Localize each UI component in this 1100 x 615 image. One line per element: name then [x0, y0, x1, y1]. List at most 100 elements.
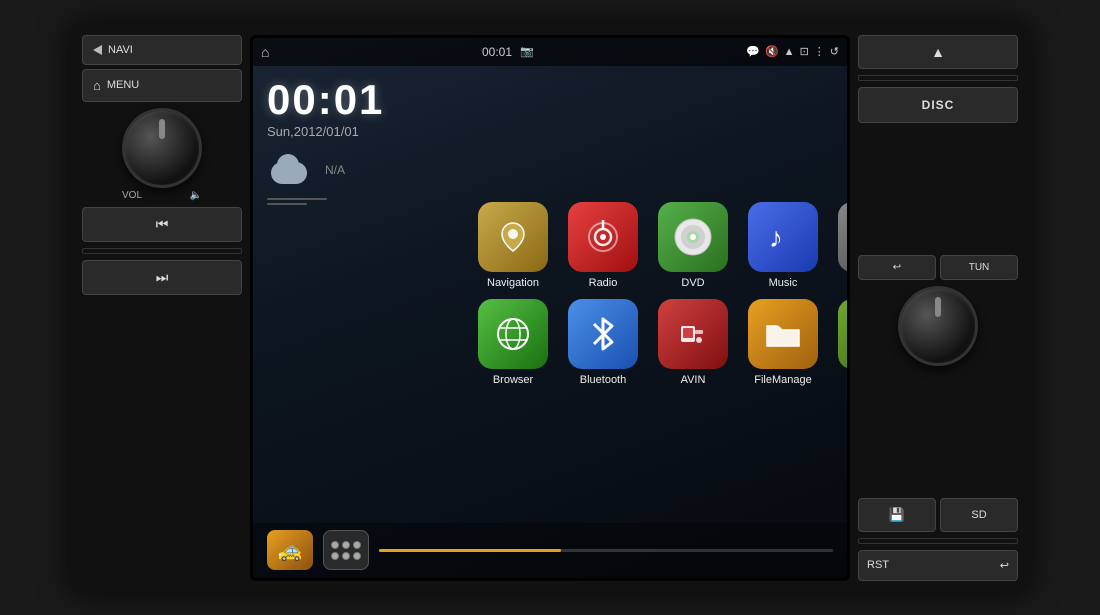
menu-label: MENU — [107, 79, 139, 91]
disc-area: ▲ DISC — [858, 35, 1018, 123]
main-content: 00:01 Sun,2012/01/01 N/A — [253, 66, 847, 523]
apps-grid: Navigation Radio — [463, 66, 847, 523]
rst-icon: ↩ — [1000, 559, 1009, 572]
info-panel: 00:01 Sun,2012/01/01 N/A — [253, 66, 463, 523]
status-triangle-icon: ▲ — [784, 46, 795, 58]
back-tun-buttons: ↩ TUN — [858, 255, 1018, 280]
status-left: ⌂ — [261, 44, 269, 60]
clock-date: Sun,2012/01/01 — [267, 124, 449, 139]
status-center: 00:01 📷 — [482, 45, 534, 59]
bottom-right-buttons: 💾 SD RST ↩ — [858, 498, 1018, 581]
usb-button[interactable]: SD — [940, 498, 1018, 532]
browser-label: Browser — [493, 374, 533, 386]
dvd-label: DVD — [681, 277, 704, 289]
app-avin[interactable]: AVIN — [653, 299, 733, 386]
disc-button[interactable]: DISC — [858, 87, 1018, 123]
eject-icon: ▲ — [931, 44, 945, 60]
disc-slot-right — [858, 75, 1018, 81]
progress-bar-container — [379, 549, 833, 552]
navigation-label: Navigation — [487, 277, 539, 289]
status-volume-icon: 🔇 — [765, 45, 779, 58]
home-icon: ⌂ — [93, 78, 101, 93]
browser-icon — [478, 299, 548, 369]
android-screen: ⌂ 00:01 📷 💬 🔇 ▲ ⊡ ⋮ ↺ — [253, 38, 847, 578]
bluetooth-icon — [568, 299, 638, 369]
music-icon: ♪ — [748, 202, 818, 272]
radio-label: Radio — [589, 277, 618, 289]
app-radio[interactable]: Radio — [563, 202, 643, 289]
back-icon: ↩ — [893, 262, 901, 273]
app-music[interactable]: ♪ Music — [743, 202, 823, 289]
filemanage-label: FileManage — [754, 374, 811, 386]
app-video[interactable]: Video — [833, 202, 847, 289]
app-navigation[interactable]: Navigation — [473, 202, 553, 289]
speaker-icon: 🔈 — [190, 190, 202, 201]
volume-knob-area: VOL 🔈 — [82, 108, 242, 201]
avin-label: AVIN — [681, 374, 706, 386]
weather-widget: N/A — [267, 153, 449, 188]
app-settings[interactable]: Settings — [833, 299, 847, 386]
taxi-icon: 🚕 — [278, 538, 303, 563]
radio-icon — [568, 202, 638, 272]
filemanage-icon — [748, 299, 818, 369]
app-dvd[interactable]: DVD — [653, 202, 733, 289]
settings-icon — [838, 299, 847, 369]
status-menu-icon: ⋮ — [814, 45, 825, 58]
android-home-icon[interactable]: ⌂ — [261, 44, 269, 60]
app-filemanage[interactable]: FileManage — [743, 299, 823, 386]
apps-row-1: Navigation Radio — [473, 202, 847, 289]
app-bluetooth[interactable]: Bluetooth — [563, 299, 643, 386]
weather-line-2 — [267, 203, 307, 205]
dock-taxi-app[interactable]: 🚕 — [267, 530, 313, 570]
apps-grid-icon — [331, 541, 361, 560]
status-back-icon: ↺ — [830, 45, 839, 58]
next-track-button[interactable]: ⏭ — [82, 260, 242, 295]
head-unit: NAVI ⌂ MENU VOL 🔈 ⏮ ⏭ — [70, 23, 1030, 593]
bottom-dock: 🚕 — [253, 523, 847, 578]
disc-slot-left — [82, 248, 242, 254]
dock-apps-button[interactable] — [323, 530, 369, 570]
music-label: Music — [769, 277, 798, 289]
bluetooth-label: Bluetooth — [580, 374, 626, 386]
sd-card-button[interactable]: 💾 — [858, 498, 936, 532]
prev-track-icon: ⏮ — [156, 216, 169, 233]
tun-button[interactable]: TUN — [940, 255, 1018, 280]
prev-track-button[interactable]: ⏮ — [82, 207, 242, 242]
navi-button[interactable]: NAVI — [82, 35, 242, 65]
rst-label: RST — [867, 559, 889, 571]
media-buttons: ⏮ ⏭ — [82, 207, 242, 295]
next-track-icon: ⏭ — [156, 269, 169, 286]
tuner-knob[interactable] — [898, 286, 978, 366]
back-button[interactable]: ↩ — [858, 255, 936, 280]
navi-label: NAVI — [108, 44, 133, 56]
status-msg-icon: 💬 — [746, 45, 760, 58]
svg-text:♪: ♪ — [769, 222, 783, 253]
app-browser[interactable]: Browser — [473, 299, 553, 386]
status-bar: ⌂ 00:01 📷 💬 🔇 ▲ ⊡ ⋮ ↺ — [253, 38, 847, 66]
status-screen-icon: ⊡ — [800, 45, 809, 58]
right-panel: ▲ DISC ↩ TUN 💾 — [858, 35, 1018, 581]
dvd-icon — [658, 202, 728, 272]
tun-label: TUN — [969, 262, 990, 273]
menu-button[interactable]: ⌂ MENU — [82, 69, 242, 102]
progress-bar-fill — [379, 549, 561, 552]
top-buttons: NAVI ⌂ MENU — [82, 35, 242, 102]
eject-button[interactable]: ▲ — [858, 35, 1018, 69]
status-camera-icon: 📷 — [520, 45, 534, 58]
rst-button[interactable]: RST ↩ — [858, 550, 1018, 581]
weather-temp: N/A — [325, 163, 345, 177]
volume-knob[interactable] — [122, 108, 202, 188]
status-icons: 💬 🔇 ▲ ⊡ ⋮ ↺ — [746, 45, 839, 58]
tuner-knob-area: ↩ TUN — [858, 129, 1018, 492]
cloud-icon — [267, 153, 317, 188]
weather-lines — [267, 198, 449, 205]
card-usb-row: 💾 SD — [858, 498, 1018, 532]
disc-label: DISC — [922, 98, 955, 112]
vol-label: VOL — [122, 190, 142, 201]
weather-line-1 — [267, 198, 327, 200]
left-panel: NAVI ⌂ MENU VOL 🔈 ⏮ ⏭ — [82, 35, 242, 581]
avin-icon — [658, 299, 728, 369]
usb-icon: SD — [971, 509, 986, 521]
screen-container: ⌂ 00:01 📷 💬 🔇 ▲ ⊡ ⋮ ↺ — [250, 35, 850, 581]
card-slot — [858, 538, 1018, 544]
